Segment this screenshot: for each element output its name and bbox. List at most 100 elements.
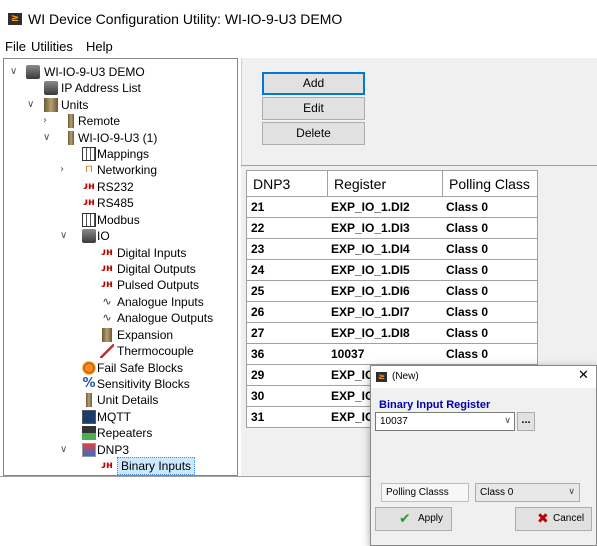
collapse-chevron-icon[interactable]: ∨ xyxy=(60,228,67,244)
pulsed-outputs-icon: ᴊʜ xyxy=(101,279,113,290)
table-cell[interactable]: Class 0 xyxy=(442,197,538,218)
tree-node[interactable]: ᴊʜ Pulsed Outputs xyxy=(4,277,237,293)
tree-node[interactable]: MQTT xyxy=(4,409,237,425)
expand-chevron-icon[interactable]: › xyxy=(60,162,64,178)
table-cell[interactable]: Class 0 xyxy=(442,218,538,239)
add-button[interactable]: Add xyxy=(262,72,365,95)
tree-node[interactable]: ᴊʜ Digital Inputs xyxy=(4,245,237,261)
table-cell[interactable]: Class 0 xyxy=(442,239,538,260)
table-cell[interactable]: 27 xyxy=(246,323,328,344)
table-cell[interactable]: 22 xyxy=(246,218,328,239)
modbus-icon xyxy=(82,213,96,227)
collapse-chevron-icon[interactable]: ∨ xyxy=(43,130,50,146)
tree-node-label: MQTT xyxy=(97,410,131,424)
tree-node[interactable]: Fail Safe Blocks xyxy=(4,360,237,376)
table-cell[interactable]: EXP_IO_1.DI3 xyxy=(327,218,443,239)
tree-node[interactable]: › ⊓ Networking xyxy=(4,162,237,178)
tree-node[interactable]: › Remote xyxy=(4,113,237,129)
tree-node[interactable]: Modbus xyxy=(4,212,237,228)
column-header-polling-class[interactable]: Polling Class xyxy=(442,170,538,197)
tree-node[interactable]: Expansion xyxy=(4,327,237,343)
table-cell[interactable]: 29 xyxy=(246,365,328,386)
digital-outputs-icon: ᴊʜ xyxy=(101,263,113,274)
tree-node[interactable]: IP Address List xyxy=(4,80,237,96)
table-cell[interactable]: 10037 xyxy=(327,344,443,365)
dialog-title: (New) xyxy=(392,371,419,382)
edit-button[interactable]: Edit xyxy=(262,97,365,120)
table-cell[interactable]: 25 xyxy=(246,281,328,302)
table-cell[interactable]: EXP_IO_1.DI4 xyxy=(327,239,443,260)
tree-node[interactable]: % Sensitivity Blocks xyxy=(4,376,237,392)
table-cell[interactable]: EXP_IO_1.DI5 xyxy=(327,260,443,281)
tree-node[interactable]: ᴊʜ RS232 xyxy=(4,179,237,195)
tree-node-label: IO xyxy=(97,229,110,243)
tree-node[interactable]: ∨ DNP3 xyxy=(4,442,237,458)
tree-node[interactable]: ∨ WI-IO-9-U3 (1) xyxy=(4,130,237,146)
tree-node-label: Binary Inputs xyxy=(117,457,196,475)
table-cell[interactable]: EXP_IO_1.DI6 xyxy=(327,281,443,302)
tree-node[interactable]: ∿ Analogue Outputs xyxy=(4,310,237,326)
table-cell[interactable]: Class 0 xyxy=(442,260,538,281)
table-cell[interactable]: Class 0 xyxy=(442,344,538,365)
tree-node[interactable]: Thermocouple xyxy=(4,343,237,359)
table-cell[interactable]: Class 0 xyxy=(442,323,538,344)
apply-label: Apply xyxy=(418,513,444,524)
serial-icon: ᴊʜ xyxy=(83,181,95,192)
table-cell[interactable]: EXP_IO_1.DI7 xyxy=(327,302,443,323)
column-header-register[interactable]: Register xyxy=(327,170,443,197)
sensitivity-icon: % xyxy=(82,376,96,391)
tree-node[interactable]: Repeaters xyxy=(4,425,237,441)
table-cell[interactable]: 30 xyxy=(246,386,328,407)
tree-node-label: Analogue Outputs xyxy=(117,311,214,325)
table-cell[interactable]: 23 xyxy=(246,239,328,260)
tree-node[interactable]: ∨ Units xyxy=(4,97,237,113)
tree-node-label: Analogue Inputs xyxy=(117,295,204,309)
register-combobox[interactable]: 10037 ∨ xyxy=(375,412,515,431)
tree-node[interactable]: Unit Details xyxy=(4,392,237,408)
analogue-inputs-icon: ∿ xyxy=(102,295,112,308)
tree-node[interactable]: ∨ WI-IO-9-U3 DEMO xyxy=(4,64,237,80)
units-icon xyxy=(44,98,58,112)
menu-utilities[interactable]: Utilities xyxy=(31,39,73,54)
delete-button[interactable]: Delete xyxy=(262,122,365,145)
table-cell[interactable]: 26 xyxy=(246,302,328,323)
tree-node[interactable]: ᴊʜ Digital Outputs xyxy=(4,261,237,277)
tree-node-label: WI-IO-9-U3 (1) xyxy=(78,131,158,145)
tree-node[interactable]: ᴊʜ Binary Inputs xyxy=(4,457,237,475)
apply-button[interactable]: ✔ Apply xyxy=(375,507,452,531)
table-cell[interactable]: Class 0 xyxy=(442,302,538,323)
table-cell[interactable]: EXP_IO_1.DI2 xyxy=(327,197,443,218)
tree-node-label: Unit Details xyxy=(97,393,159,407)
computer-icon xyxy=(26,65,40,79)
collapse-chevron-icon[interactable]: ∨ xyxy=(60,442,67,458)
tree-node[interactable]: ∿ Analogue Inputs xyxy=(4,294,237,310)
chevron-down-icon[interactable]: ∨ xyxy=(568,484,575,501)
expand-chevron-icon[interactable]: › xyxy=(43,113,47,129)
tree-node[interactable]: Mappings xyxy=(4,146,237,162)
table-cell[interactable]: Class 0 xyxy=(442,281,538,302)
table-cell[interactable]: 31 xyxy=(246,407,328,428)
close-icon[interactable]: ✕ xyxy=(578,368,589,383)
tree-node[interactable]: ∨ IO xyxy=(4,228,237,244)
collapse-chevron-icon[interactable]: ∨ xyxy=(10,64,17,80)
collapse-chevron-icon[interactable]: ∨ xyxy=(27,97,34,113)
checkmark-icon: ✔ xyxy=(399,511,411,527)
table-cell[interactable]: 24 xyxy=(246,260,328,281)
serial-icon: ᴊʜ xyxy=(83,197,95,208)
tree-node[interactable]: ᴊʜ RS485 xyxy=(4,195,237,211)
menu-help[interactable]: Help xyxy=(86,39,113,54)
table-cell[interactable]: 21 xyxy=(246,197,328,218)
polling-class-combobox[interactable]: Class 0 ∨ xyxy=(475,483,580,502)
menu-file[interactable]: File xyxy=(5,39,26,54)
cancel-button[interactable]: ✖ Cancel xyxy=(515,507,592,531)
chevron-down-icon[interactable]: ∨ xyxy=(504,413,511,430)
navigation-tree[interactable]: ∨ WI-IO-9-U3 DEMO IP Address List ∨ Units › Re… xyxy=(3,58,238,476)
mappings-icon xyxy=(82,147,96,161)
tree-node-label: Remote xyxy=(78,114,121,128)
browse-button[interactable]: ... xyxy=(517,412,535,431)
table-cell[interactable]: 36 xyxy=(246,344,328,365)
tree-node-label: IP Address List xyxy=(61,81,141,95)
tree-node-label: Digital Inputs xyxy=(117,246,187,260)
table-cell[interactable]: EXP_IO_1.DI8 xyxy=(327,323,443,344)
column-header-dnp3-index[interactable]: DNP3 Index xyxy=(246,170,328,218)
